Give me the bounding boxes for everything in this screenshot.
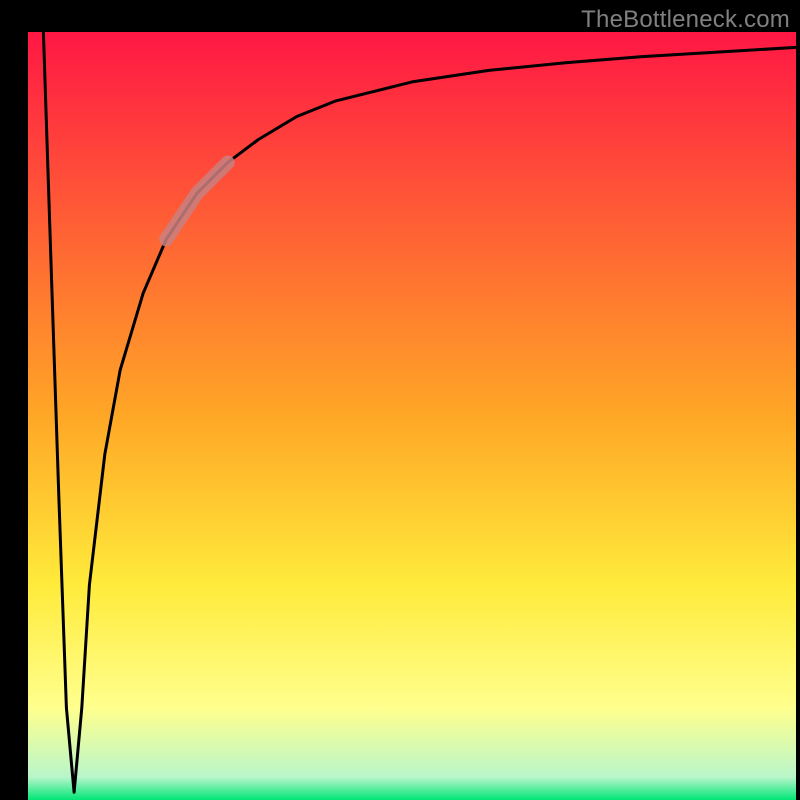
page-root: TheBottleneck.com <box>0 0 800 800</box>
chart-background <box>28 32 796 800</box>
chart-area <box>28 32 796 800</box>
attribution-text: TheBottleneck.com <box>581 6 790 34</box>
chart-svg <box>28 32 796 800</box>
